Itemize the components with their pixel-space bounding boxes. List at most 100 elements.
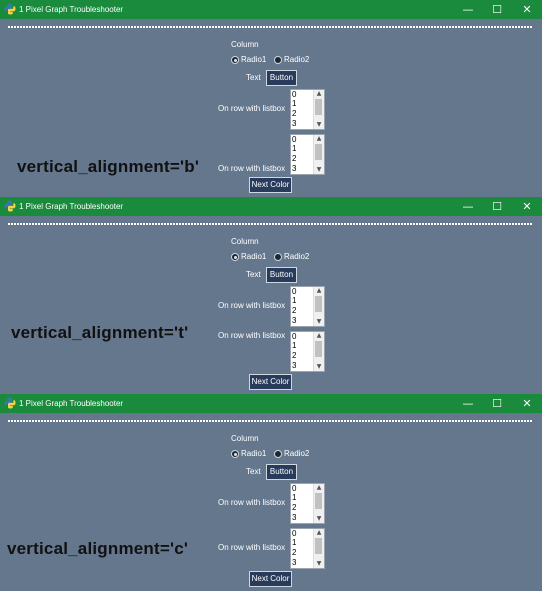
python-icon bbox=[4, 200, 16, 212]
scroll-down-icon[interactable]: ▼ bbox=[314, 363, 324, 371]
text-label: Text bbox=[246, 73, 261, 82]
scroll-down-icon[interactable]: ▼ bbox=[314, 121, 324, 129]
scrollbar[interactable]: ▲ ▼ bbox=[313, 529, 324, 568]
list-item[interactable]: 2 bbox=[292, 306, 296, 316]
minimize-icon[interactable]: — bbox=[452, 0, 484, 19]
scrollbar-thumb[interactable] bbox=[315, 296, 322, 312]
radio2-label: Radio2 bbox=[284, 55, 310, 64]
scroll-down-icon[interactable]: ▼ bbox=[314, 515, 324, 523]
scrollbar[interactable]: ▲ ▼ bbox=[313, 484, 324, 523]
list-item[interactable]: 3 bbox=[292, 558, 296, 568]
maximize-icon[interactable]: ☐ bbox=[481, 197, 513, 216]
radio1-button[interactable] bbox=[231, 450, 239, 458]
scrollbar[interactable]: ▲ ▼ bbox=[313, 332, 324, 371]
window-client: Column Radio1 Radio2 Text Button On row … bbox=[0, 413, 542, 591]
scrollbar-thumb[interactable] bbox=[315, 493, 322, 509]
column-label: Column bbox=[231, 237, 259, 246]
scrollbar[interactable]: ▲ ▼ bbox=[313, 90, 324, 129]
close-icon[interactable]: ✕ bbox=[511, 394, 542, 413]
maximize-icon[interactable]: ☐ bbox=[481, 394, 513, 413]
scrollbar[interactable]: ▲ ▼ bbox=[313, 287, 324, 326]
python-icon bbox=[4, 3, 16, 15]
close-icon[interactable]: ✕ bbox=[511, 0, 542, 19]
button[interactable]: Button bbox=[266, 267, 297, 283]
listbox-2[interactable]: 0 1 2 3 ▲ ▼ bbox=[290, 134, 325, 175]
list-item[interactable]: 1 bbox=[292, 296, 296, 306]
list-item[interactable]: 3 bbox=[292, 361, 296, 371]
list-item[interactable]: 1 bbox=[292, 538, 296, 548]
button[interactable]: Button bbox=[266, 464, 297, 480]
close-icon[interactable]: ✕ bbox=[511, 197, 542, 216]
scrollbar-thumb[interactable] bbox=[315, 538, 322, 554]
list-item[interactable]: 2 bbox=[292, 503, 296, 513]
row2-label: On row with listbox bbox=[218, 331, 286, 340]
window-title: 1 Pixel Graph Troubleshooter bbox=[19, 399, 124, 408]
radio2-label: Radio2 bbox=[284, 252, 310, 261]
scroll-up-icon[interactable]: ▲ bbox=[314, 484, 324, 492]
scroll-down-icon[interactable]: ▼ bbox=[314, 560, 324, 568]
pixel-graph bbox=[8, 420, 533, 422]
scroll-up-icon[interactable]: ▲ bbox=[314, 90, 324, 98]
button[interactable]: Button bbox=[266, 70, 297, 86]
list-item[interactable]: 2 bbox=[292, 154, 296, 164]
radio2-button[interactable] bbox=[274, 56, 282, 64]
row1-label: On row with listbox bbox=[218, 498, 286, 507]
title-bar[interactable]: 1 Pixel Graph Troubleshooter — ☐ ✕ bbox=[0, 394, 542, 413]
row2-label: On row with listbox bbox=[218, 543, 286, 552]
listbox-1[interactable]: 0 1 2 3 ▲ ▼ bbox=[290, 89, 325, 130]
minimize-icon[interactable]: — bbox=[452, 197, 484, 216]
window-title: 1 Pixel Graph Troubleshooter bbox=[19, 202, 124, 211]
scroll-down-icon[interactable]: ▼ bbox=[314, 166, 324, 174]
scroll-up-icon[interactable]: ▲ bbox=[314, 529, 324, 537]
alignment-caption: vertical_alignment='t' bbox=[11, 323, 189, 342]
list-item[interactable]: 1 bbox=[292, 144, 296, 154]
radio1-label: Radio1 bbox=[241, 252, 267, 261]
scrollbar-thumb[interactable] bbox=[315, 99, 322, 115]
scrollbar-thumb[interactable] bbox=[315, 144, 322, 160]
listbox-2[interactable]: 0 1 2 3 ▲ ▼ bbox=[290, 331, 325, 372]
scroll-down-icon[interactable]: ▼ bbox=[314, 318, 324, 326]
scrollbar[interactable]: ▲ ▼ bbox=[313, 135, 324, 174]
scroll-up-icon[interactable]: ▲ bbox=[314, 332, 324, 340]
radio1-button[interactable] bbox=[231, 253, 239, 261]
row2-label: On row with listbox bbox=[218, 164, 286, 173]
window-client: Column Radio1 Radio2 Text Button On row … bbox=[0, 216, 542, 394]
list-item[interactable]: 2 bbox=[292, 548, 296, 558]
column-label: Column bbox=[231, 40, 259, 49]
title-bar[interactable]: 1 Pixel Graph Troubleshooter — ☐ ✕ bbox=[0, 0, 542, 19]
maximize-icon[interactable]: ☐ bbox=[481, 0, 513, 19]
minimize-icon[interactable]: — bbox=[452, 394, 484, 413]
list-item[interactable]: 3 bbox=[292, 164, 296, 174]
list-item[interactable]: 3 bbox=[292, 119, 296, 129]
radio1-label: Radio1 bbox=[241, 449, 267, 458]
radio1-button[interactable] bbox=[231, 56, 239, 64]
text-label: Text bbox=[246, 270, 261, 279]
radio2-button[interactable] bbox=[274, 253, 282, 261]
scroll-up-icon[interactable]: ▲ bbox=[314, 287, 324, 295]
list-item[interactable]: 1 bbox=[292, 341, 296, 351]
next-color-button[interactable]: Next Color bbox=[249, 177, 292, 193]
list-item[interactable]: 2 bbox=[292, 109, 296, 119]
radio2-button[interactable] bbox=[274, 450, 282, 458]
row1-label: On row with listbox bbox=[218, 104, 286, 113]
pixel-graph bbox=[8, 26, 533, 28]
scrollbar-thumb[interactable] bbox=[315, 341, 322, 357]
listbox-2[interactable]: 0 1 2 3 ▲ ▼ bbox=[290, 528, 325, 569]
scroll-up-icon[interactable]: ▲ bbox=[314, 135, 324, 143]
title-bar[interactable]: 1 Pixel Graph Troubleshooter — ☐ ✕ bbox=[0, 197, 542, 216]
listbox-1[interactable]: 0 1 2 3 ▲ ▼ bbox=[290, 483, 325, 524]
next-color-button[interactable]: Next Color bbox=[249, 571, 292, 587]
listbox-1[interactable]: 0 1 2 3 ▲ ▼ bbox=[290, 286, 325, 327]
list-item[interactable]: 3 bbox=[292, 316, 296, 326]
list-item[interactable]: 2 bbox=[292, 351, 296, 361]
app-window: 1 Pixel Graph Troubleshooter — ☐ ✕ Colum… bbox=[0, 197, 542, 394]
list-item[interactable]: 1 bbox=[292, 493, 296, 503]
app-window: 1 Pixel Graph Troubleshooter — ☐ ✕ Colum… bbox=[0, 0, 542, 197]
window-client: Column Radio1 Radio2 Text Button On row … bbox=[0, 19, 542, 197]
app-window: 1 Pixel Graph Troubleshooter — ☐ ✕ Colum… bbox=[0, 394, 542, 591]
radio1-label: Radio1 bbox=[241, 55, 267, 64]
alignment-caption: vertical_alignment='c' bbox=[7, 539, 189, 558]
list-item[interactable]: 1 bbox=[292, 99, 296, 109]
next-color-button[interactable]: Next Color bbox=[249, 374, 292, 390]
list-item[interactable]: 3 bbox=[292, 513, 296, 523]
